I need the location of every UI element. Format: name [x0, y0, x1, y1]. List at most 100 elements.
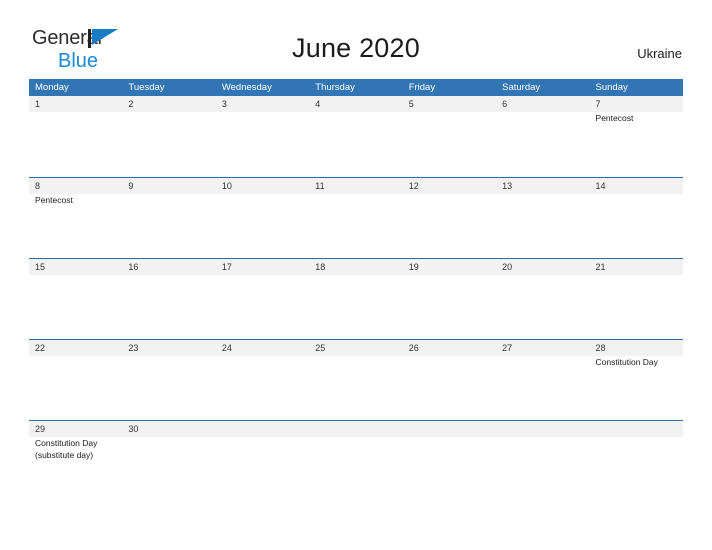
calendar-day-cell-empty: [590, 421, 683, 502]
day-events: [315, 437, 399, 438]
calendar-day-cell[interactable]: 27: [496, 340, 589, 421]
calendar-day-cell[interactable]: 12: [403, 178, 496, 259]
day-events: [35, 356, 119, 357]
day-number: 23: [128, 343, 139, 353]
calendar-day-cell[interactable]: 3: [216, 96, 309, 177]
calendar-day-cell[interactable]: 26: [403, 340, 496, 421]
day-events: [409, 112, 493, 113]
day-number: 22: [35, 343, 46, 353]
calendar-day-cell[interactable]: 10: [216, 178, 309, 259]
holiday-event-label: Constitution Day: [595, 357, 658, 367]
day-events: [315, 356, 399, 357]
day-events: [222, 275, 306, 276]
day-number: [502, 421, 586, 437]
day-events: [596, 194, 680, 195]
calendar-day-cell[interactable]: 17: [216, 259, 309, 340]
day-events: [315, 275, 399, 276]
day-number: 6: [502, 99, 508, 109]
day-number: 18: [315, 262, 326, 272]
weekday-monday: Monday: [35, 82, 69, 93]
calendar-day-cell[interactable]: 21: [590, 259, 683, 340]
calendar-day-cell-empty: [496, 421, 589, 502]
calendar-day-cell[interactable]: 11: [309, 178, 402, 259]
calendar-day-cell[interactable]: 7 Pentecost: [590, 96, 683, 177]
day-number: 16: [128, 262, 139, 272]
day-events: Pentecost: [35, 194, 119, 207]
calendar-week-row: 8 Pentecost 9 10 11 12 13 14: [29, 177, 683, 258]
day-events: [315, 112, 399, 113]
calendar-day-cell[interactable]: 25: [309, 340, 402, 421]
day-number: 11: [315, 181, 325, 191]
day-events: [315, 194, 399, 195]
calendar-day-cell[interactable]: 5: [403, 96, 496, 177]
weekday-saturday: Saturday: [502, 82, 541, 93]
day-events: [128, 112, 212, 113]
calendar-day-cell[interactable]: 13: [496, 178, 589, 259]
calendar-day-cell[interactable]: 18: [309, 259, 402, 340]
day-number: 13: [502, 181, 513, 191]
calendar-day-cell[interactable]: 14: [590, 178, 683, 259]
day-number: 1: [35, 99, 41, 109]
day-number: 29: [35, 424, 46, 434]
calendar-day-cell[interactable]: 6: [496, 96, 589, 177]
day-number: 2: [128, 99, 134, 109]
holiday-event-label: Pentecost: [35, 195, 73, 205]
day-events: [502, 194, 586, 195]
day-number: 8: [35, 181, 41, 191]
calendar-day-cell[interactable]: 29 Constitution Day (substitute day): [29, 421, 122, 502]
calendar-day-cell[interactable]: 4: [309, 96, 402, 177]
calendar-day-cell[interactable]: 16: [122, 259, 215, 340]
calendar-day-cell[interactable]: 24: [216, 340, 309, 421]
calendar-day-cell-empty: [309, 421, 402, 502]
calendar-day-cell[interactable]: 8 Pentecost: [29, 178, 122, 259]
day-number: 30: [128, 424, 139, 434]
holiday-event-label: Constitution Day: [35, 438, 98, 448]
weekday-header-row: Monday Tuesday Wednesday Thursday Friday…: [29, 79, 683, 96]
weekday-wednesday: Wednesday: [221, 82, 272, 93]
day-number: 25: [315, 343, 326, 353]
day-events: [409, 356, 493, 357]
day-events: [128, 194, 212, 195]
calendar-day-cell[interactable]: 19: [403, 259, 496, 340]
day-events: [128, 437, 212, 438]
weekday-tuesday: Tuesday: [128, 82, 165, 93]
calendar-week-days: 1 2 3 4 5 6 7 Pentecost: [29, 96, 683, 177]
day-events: [502, 112, 586, 113]
calendar-day-cell[interactable]: 28 Constitution Day: [590, 340, 683, 421]
page-header: General Blue June 2020 Ukraine: [0, 0, 712, 71]
day-events: Pentecost: [596, 112, 680, 125]
calendar-day-cell[interactable]: 23: [122, 340, 215, 421]
weekday-sunday: Sunday: [595, 82, 628, 93]
calendar-day-cell[interactable]: 20: [496, 259, 589, 340]
day-number: 12: [408, 181, 419, 191]
calendar-week-days: 29 Constitution Day (substitute day) 30: [29, 421, 683, 502]
day-number: 3: [221, 99, 227, 109]
calendar-day-cell[interactable]: 15: [29, 259, 122, 340]
calendar-day-cell[interactable]: 9: [122, 178, 215, 259]
day-events: [128, 356, 212, 357]
calendar-day-cell[interactable]: 2: [122, 96, 215, 177]
page-title: June 2020: [292, 33, 420, 63]
country-label: Ukraine: [637, 46, 682, 61]
day-events: [502, 275, 586, 276]
calendar-day-cell[interactable]: 22: [29, 340, 122, 421]
weekday-friday: Friday: [408, 82, 436, 93]
calendar-day-cell-empty: [216, 421, 309, 502]
day-events: [222, 194, 306, 195]
day-events: [222, 437, 306, 438]
day-number: 5: [408, 99, 414, 109]
day-events: [35, 275, 119, 276]
day-number: 17: [221, 262, 232, 272]
calendar-day-cell-empty: [403, 421, 496, 502]
day-number: 10: [221, 181, 232, 191]
day-number: [315, 421, 399, 437]
day-number: 28: [595, 343, 606, 353]
calendar-table: Monday Tuesday Wednesday Thursday Friday…: [29, 79, 683, 501]
calendar-day-cell[interactable]: 1: [29, 96, 122, 177]
day-events: [128, 275, 212, 276]
calendar-day-cell[interactable]: 30: [122, 421, 215, 502]
calendar-week-row: 15 16 17 18 19 20 21: [29, 258, 683, 339]
day-number: 7: [595, 99, 601, 109]
day-number: 4: [315, 99, 321, 109]
holiday-event-label: (substitute day): [35, 449, 94, 460]
